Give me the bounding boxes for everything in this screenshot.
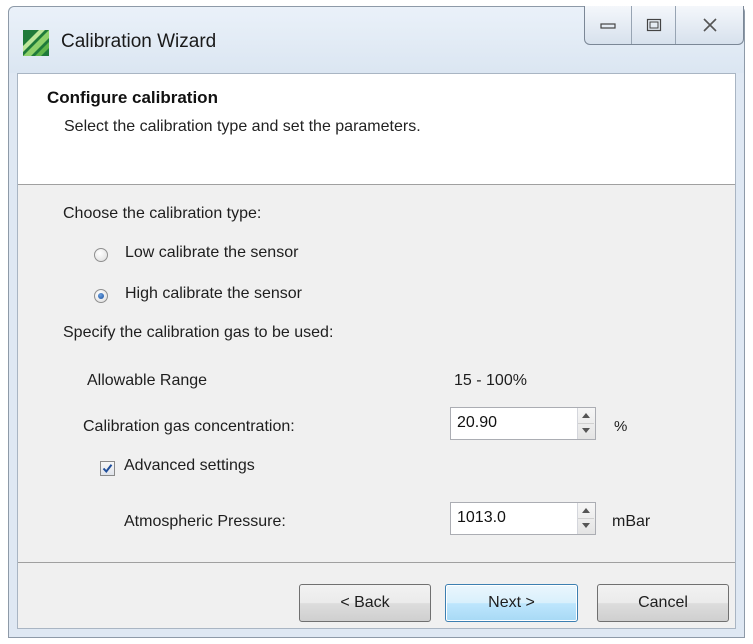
radio-high-calibrate[interactable] [94, 289, 108, 303]
atmospheric-pressure-label: Atmospheric Pressure: [124, 513, 286, 530]
arrow-down-icon [582, 428, 590, 433]
radio-low-calibrate-label[interactable]: Low calibrate the sensor [125, 244, 298, 262]
calibration-type-prompt: Choose the calibration type: [63, 205, 262, 222]
page-subtitle: Select the calibration type and set the … [64, 118, 421, 135]
concentration-label: Calibration gas concentration: [83, 418, 295, 435]
arrow-up-icon [582, 413, 590, 418]
minimize-button[interactable] [585, 6, 631, 44]
radio-selected-dot [98, 293, 104, 299]
minimize-icon [600, 20, 616, 30]
concentration-spin-buttons [577, 408, 595, 439]
pressure-up-button[interactable] [578, 503, 594, 519]
title-bar[interactable]: Calibration Wizard [9, 6, 744, 73]
wizard-client-area: Configure calibration Select the calibra… [17, 73, 736, 629]
calibration-app-icon [23, 30, 49, 56]
concentration-stepper[interactable]: 20.90 [450, 407, 596, 440]
pressure-down-button[interactable] [578, 518, 594, 533]
close-icon [702, 18, 718, 32]
gas-prompt: Specify the calibration gas to be used: [63, 324, 334, 341]
advanced-settings-checkbox[interactable] [100, 461, 115, 476]
footer-divider [18, 562, 735, 563]
wizard-header: Configure calibration Select the calibra… [18, 74, 735, 185]
radio-high-calibrate-label[interactable]: High calibrate the sensor [125, 285, 302, 303]
next-button[interactable]: Next > [445, 584, 578, 622]
pressure-spin-buttons [577, 503, 595, 534]
cancel-button[interactable]: Cancel [597, 584, 729, 622]
pressure-value: 1013.0 [457, 509, 506, 526]
allowable-range-value: 15 - 100% [454, 372, 527, 389]
allowable-range-label: Allowable Range [87, 372, 208, 389]
concentration-unit: % [614, 418, 628, 435]
window-controls [584, 6, 744, 45]
window-title: Calibration Wizard [61, 31, 217, 52]
radio-low-calibrate[interactable] [94, 248, 108, 262]
pressure-stepper[interactable]: 1013.0 [450, 502, 596, 535]
check-icon [102, 464, 113, 474]
arrow-up-icon [582, 508, 590, 513]
concentration-up-button[interactable] [578, 408, 594, 424]
arrow-down-icon [582, 523, 590, 528]
maximize-icon [646, 18, 662, 32]
pressure-unit: mBar [612, 513, 651, 530]
advanced-settings-label[interactable]: Advanced settings [124, 457, 255, 475]
concentration-value: 20.90 [457, 414, 498, 431]
page-title: Configure calibration [47, 88, 218, 107]
maximize-button[interactable] [631, 6, 675, 44]
back-button[interactable]: < Back [299, 584, 431, 622]
concentration-down-button[interactable] [578, 423, 594, 438]
close-button[interactable] [675, 6, 743, 44]
wizard-window: Calibration Wizard Configure calibration [8, 6, 745, 638]
